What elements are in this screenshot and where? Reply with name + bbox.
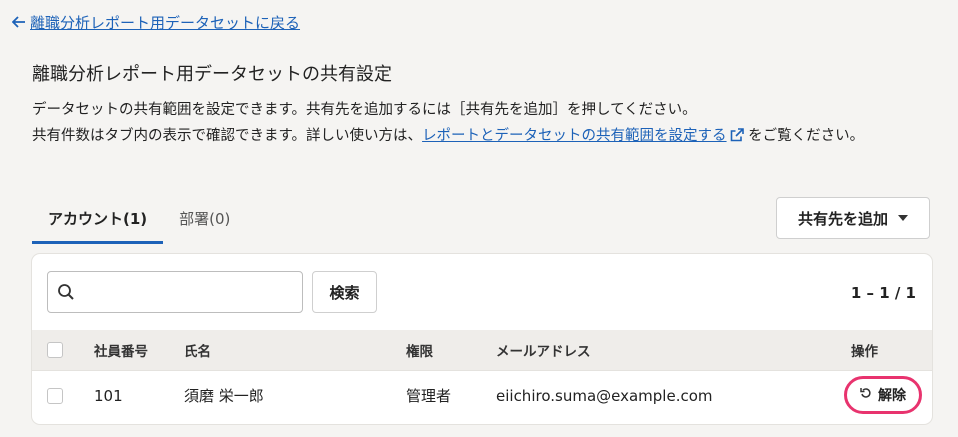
description-text-after: をご覧ください。 xyxy=(748,128,865,144)
undo-icon xyxy=(860,387,872,403)
share-list-card: 検索 1 – 1 / 1 社員番号 氏名 権限 メールアドレス 操作 101 須… xyxy=(32,254,932,424)
help-link-label: レポートとデータセットの共有範囲を設定する xyxy=(422,128,727,144)
tab-bar: アカウント(1) 部署(0) xyxy=(32,200,246,244)
header-email: メールアドレス xyxy=(496,344,591,360)
description-line1: データセットの共有範囲を設定できます。共有先を追加するには［共有先を追加］を押し… xyxy=(32,102,697,118)
search-input[interactable] xyxy=(84,272,294,312)
header-employee-no: 社員番号 xyxy=(94,344,148,360)
cell-employee-no: 101 xyxy=(94,386,123,405)
search-icon xyxy=(57,283,75,305)
page-title: 離職分析レポート用データセットの共有設定 xyxy=(32,64,392,85)
add-share-target-button[interactable]: 共有先を追加 xyxy=(776,197,930,239)
help-link[interactable]: レポートとデータセットの共有範囲を設定する xyxy=(422,128,744,144)
header-name: 氏名 xyxy=(184,344,211,360)
search-box xyxy=(47,271,303,313)
back-link[interactable]: 離職分析レポート用データセットに戻る xyxy=(11,12,301,33)
cell-role: 管理者 xyxy=(406,387,452,405)
cell-name: 須磨 栄一郎 xyxy=(184,387,264,405)
release-button[interactable]: 解除 xyxy=(844,376,922,414)
description: データセットの共有範囲を設定できます。共有先を追加するには［共有先を追加］を押し… xyxy=(32,97,932,151)
description-line2: 共有件数はタブ内の表示で確認できます。詳しい使い方は、レポートとデータセットの共… xyxy=(32,123,932,151)
search-button[interactable]: 検索 xyxy=(312,271,377,313)
header-role: 権限 xyxy=(406,344,433,360)
caret-down-icon xyxy=(898,215,908,221)
description-text: 共有件数はタブ内の表示で確認できます。詳しい使い方は、 xyxy=(32,128,423,144)
arrow-left-icon xyxy=(11,14,26,32)
external-link-icon xyxy=(730,125,744,151)
tab-accounts[interactable]: アカウント(1) xyxy=(32,200,164,244)
pagination-info: 1 – 1 / 1 xyxy=(850,284,916,302)
release-label: 解除 xyxy=(878,388,906,404)
add-share-target-label: 共有先を追加 xyxy=(797,209,888,228)
table-row: 101 須磨 栄一郎 管理者 eiichiro.suma@example.com… xyxy=(32,370,932,420)
select-all-checkbox[interactable] xyxy=(47,342,63,358)
tab-departments[interactable]: 部署(0) xyxy=(163,200,246,244)
table-header: 社員番号 氏名 権限 メールアドレス 操作 xyxy=(32,330,932,370)
header-action: 操作 xyxy=(851,344,878,360)
row-checkbox[interactable] xyxy=(47,387,63,404)
cell-email: eiichiro.suma@example.com xyxy=(496,386,713,405)
back-link-label: 離職分析レポート用データセットに戻る xyxy=(30,14,301,32)
